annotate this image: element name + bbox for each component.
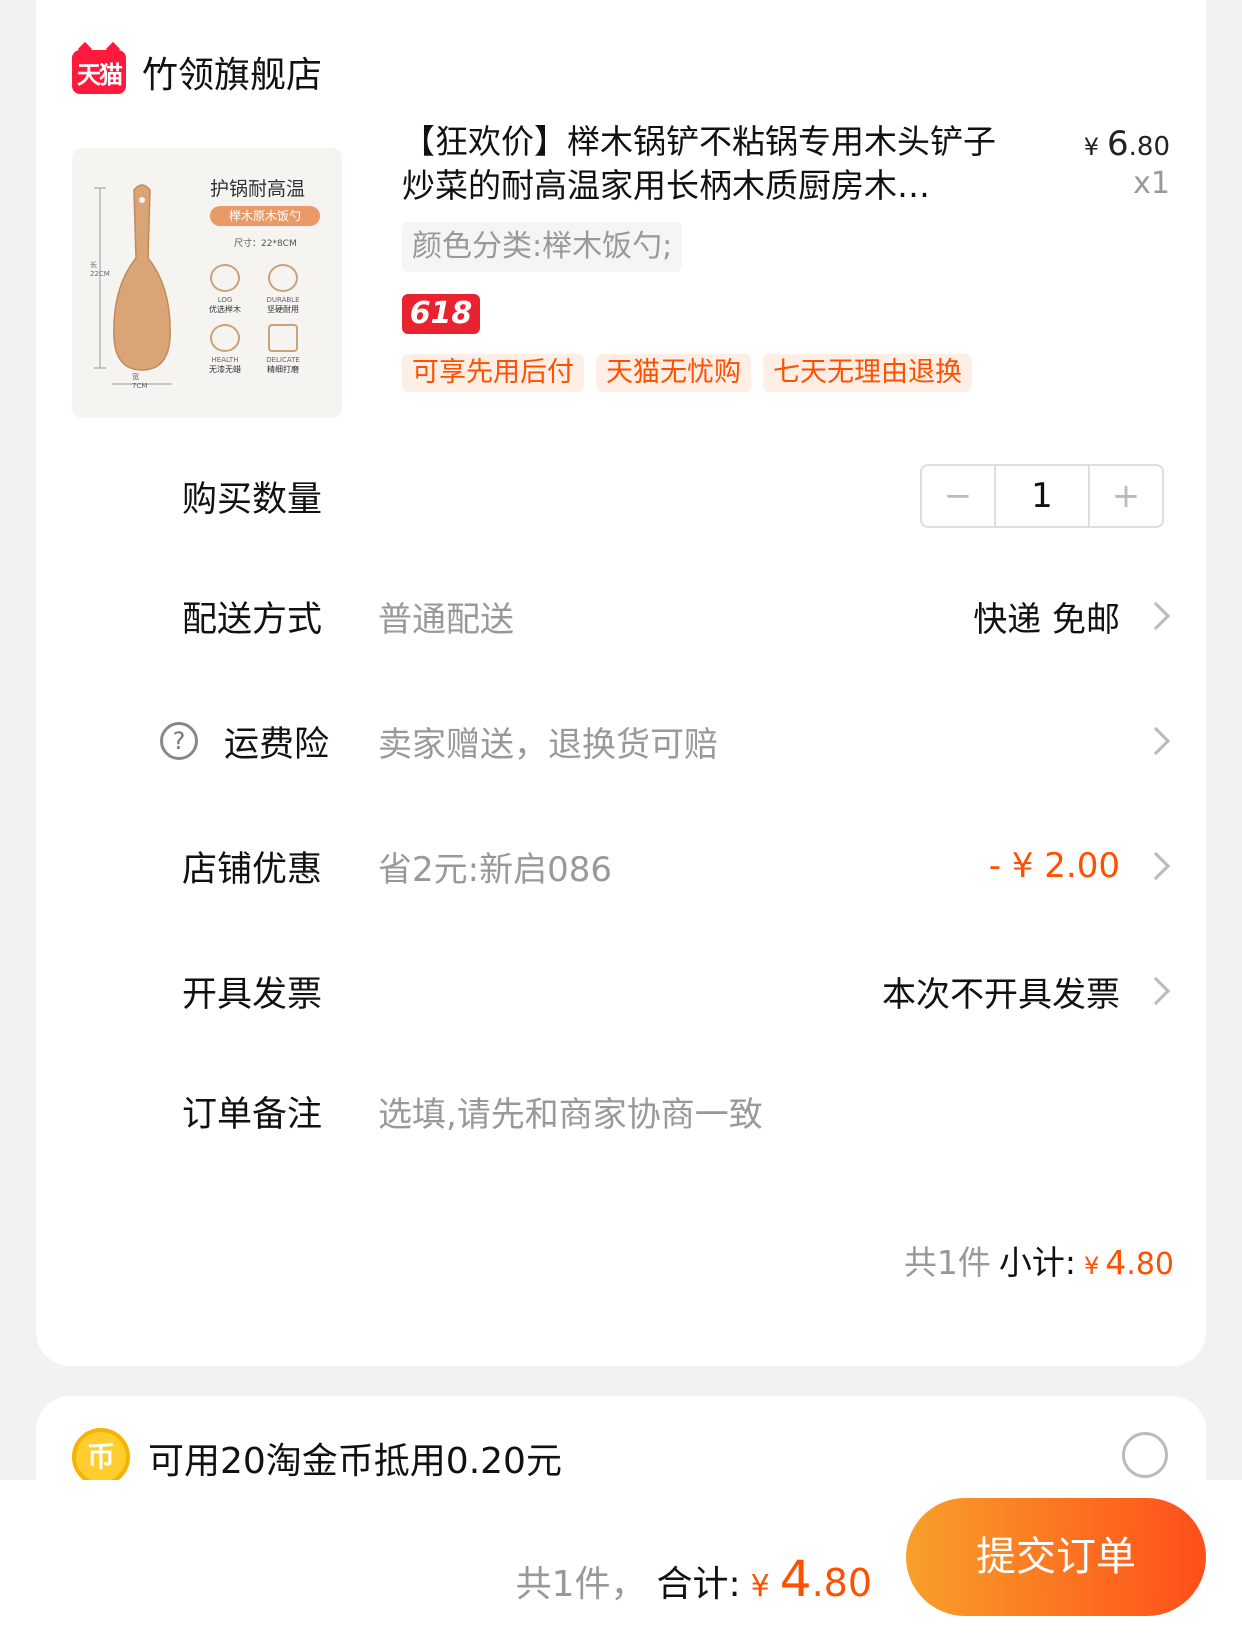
delivery-row[interactable]: 配送方式 普通配送 快递 免邮: [36, 586, 1206, 646]
discount-value: 省2元:新启086: [378, 849, 612, 890]
feature-cn: 精细打磨: [267, 365, 299, 374]
order-total: 共1件， 合计: ¥4.80: [516, 1550, 872, 1608]
subtotal: 共1件 小计: ¥4.80: [904, 1236, 1174, 1284]
invoice-row[interactable]: 开具发票 本次不开具发票: [36, 961, 1206, 1021]
bottom-bar: 共1件， 合计: ¥4.80 提交订单: [0, 1480, 1242, 1640]
discount-row[interactable]: 店铺优惠 省2元:新启086 - ¥ 2.00: [36, 836, 1206, 896]
service-tags: 可享先用后付 天猫无忧购 七天无理由退换: [402, 354, 972, 392]
price-dec: .80: [1126, 1247, 1174, 1282]
coin-text: 可用20淘金币抵用0.20元: [148, 1441, 562, 1482]
promo-badge-618: 618: [402, 294, 480, 334]
feature-en: DELICATE: [266, 356, 300, 364]
log-icon: [210, 264, 240, 292]
price-int: 4: [1105, 1243, 1127, 1282]
total-price: ¥4.80: [751, 1550, 872, 1608]
tag-seven-day-return: 七天无理由退换: [763, 354, 972, 392]
delivery-value: 普通配送: [378, 599, 514, 640]
shop-header[interactable]: 天猫 竹领旗舰店: [72, 42, 322, 102]
image-title: 护锅耐高温: [210, 178, 306, 200]
wood-ring-icon: [268, 264, 298, 292]
quantity-stepper[interactable]: − 1 +: [920, 464, 1164, 528]
currency-symbol: ¥: [750, 1569, 770, 1604]
coin-icon: 币: [72, 1428, 130, 1486]
feature-durable: DURABLE 坚硬耐用: [248, 264, 318, 315]
product-price: ¥6.80: [1084, 124, 1170, 164]
total-count: 共1件，: [515, 1564, 647, 1605]
submit-order-button[interactable]: 提交订单: [906, 1498, 1206, 1616]
help-icon[interactable]: ?: [160, 722, 198, 760]
insurance-label: 运费险: [224, 724, 330, 765]
delivery-method: 快递 免邮: [973, 599, 1120, 640]
feature-delicate: DELICATE 精细打磨: [248, 324, 318, 375]
insurance-value: 卖家赠送，退换货可赔: [378, 724, 718, 765]
quantity-label: 购买数量: [182, 479, 323, 520]
currency-symbol: ¥: [1083, 133, 1099, 161]
width-label: 宽 7CM: [132, 373, 148, 390]
price-int: 4: [779, 1550, 812, 1608]
feature-en: DURABLE: [266, 296, 300, 304]
image-size: 尺寸：22*8CM: [234, 239, 297, 249]
tmall-logo-text: 天猫: [77, 60, 123, 89]
drop-icon: [210, 324, 240, 352]
subtotal-price: ¥4.80: [1084, 1243, 1174, 1282]
tmall-logo: 天猫: [72, 50, 126, 94]
subtotal-label: 小计:: [998, 1243, 1076, 1282]
currency-symbol: ¥: [1084, 1252, 1100, 1280]
note-label: 订单备注: [182, 1094, 323, 1135]
tag-worry-free: 天猫无忧购: [596, 354, 751, 392]
discount-amount: - ¥ 2.00: [988, 846, 1120, 886]
delivery-label: 配送方式: [182, 599, 323, 640]
feature-cn: 坚硬耐用: [267, 305, 299, 314]
product-sku[interactable]: 颜色分类:榉木饭勺;: [402, 222, 683, 272]
product-image[interactable]: 长 22CM 宽 7CM 护锅耐高温 榉木原木饭勺 尺寸：22*8CM LOG …: [72, 148, 342, 418]
texture-icon: [268, 324, 298, 352]
invoice-value: 本次不开具发票: [882, 974, 1120, 1015]
length-label: 长 22CM: [90, 261, 110, 278]
tag-pay-later: 可享先用后付: [402, 354, 584, 392]
chevron-right-icon[interactable]: [1141, 726, 1171, 756]
note-row[interactable]: 订单备注 选填,请先和商家协商一致: [36, 1081, 1206, 1141]
invoice-label: 开具发票: [182, 974, 323, 1015]
product-title[interactable]: 【狂欢价】榉木锅铲不粘锅专用木头铲子炒菜的耐高温家用长柄木质厨房木…: [402, 120, 1022, 208]
order-card: 天猫 竹领旗舰店 长 22CM 宽 7CM 护锅耐高温 榉木原木饭勺 尺寸：22…: [36, 0, 1206, 1366]
price-dec: .80: [811, 1561, 872, 1605]
chevron-right-icon[interactable]: [1141, 601, 1171, 631]
total-label: 合计:: [656, 1564, 741, 1605]
subtotal-count: 共1件: [903, 1243, 991, 1282]
chevron-right-icon[interactable]: [1141, 976, 1171, 1006]
product-quantity: x1: [1133, 166, 1170, 201]
insurance-row[interactable]: ? 运费险 卖家赠送，退换货可赔: [36, 711, 1206, 771]
shop-name[interactable]: 竹领旗舰店: [142, 46, 322, 98]
discount-label: 店铺优惠: [182, 849, 323, 890]
price-dec: .80: [1128, 132, 1170, 162]
quantity-row: 购买数量 − 1 +: [36, 464, 1206, 528]
coin-radio[interactable]: [1122, 1432, 1168, 1478]
minus-button[interactable]: −: [922, 466, 994, 526]
image-tag: 榉木原木饭勺: [210, 206, 320, 226]
price-int: 6: [1107, 124, 1129, 164]
chevron-right-icon[interactable]: [1141, 851, 1171, 881]
plus-button[interactable]: +: [1090, 466, 1162, 526]
quantity-value[interactable]: 1: [994, 466, 1090, 526]
note-input[interactable]: 选填,请先和商家协商一致: [378, 1087, 763, 1136]
